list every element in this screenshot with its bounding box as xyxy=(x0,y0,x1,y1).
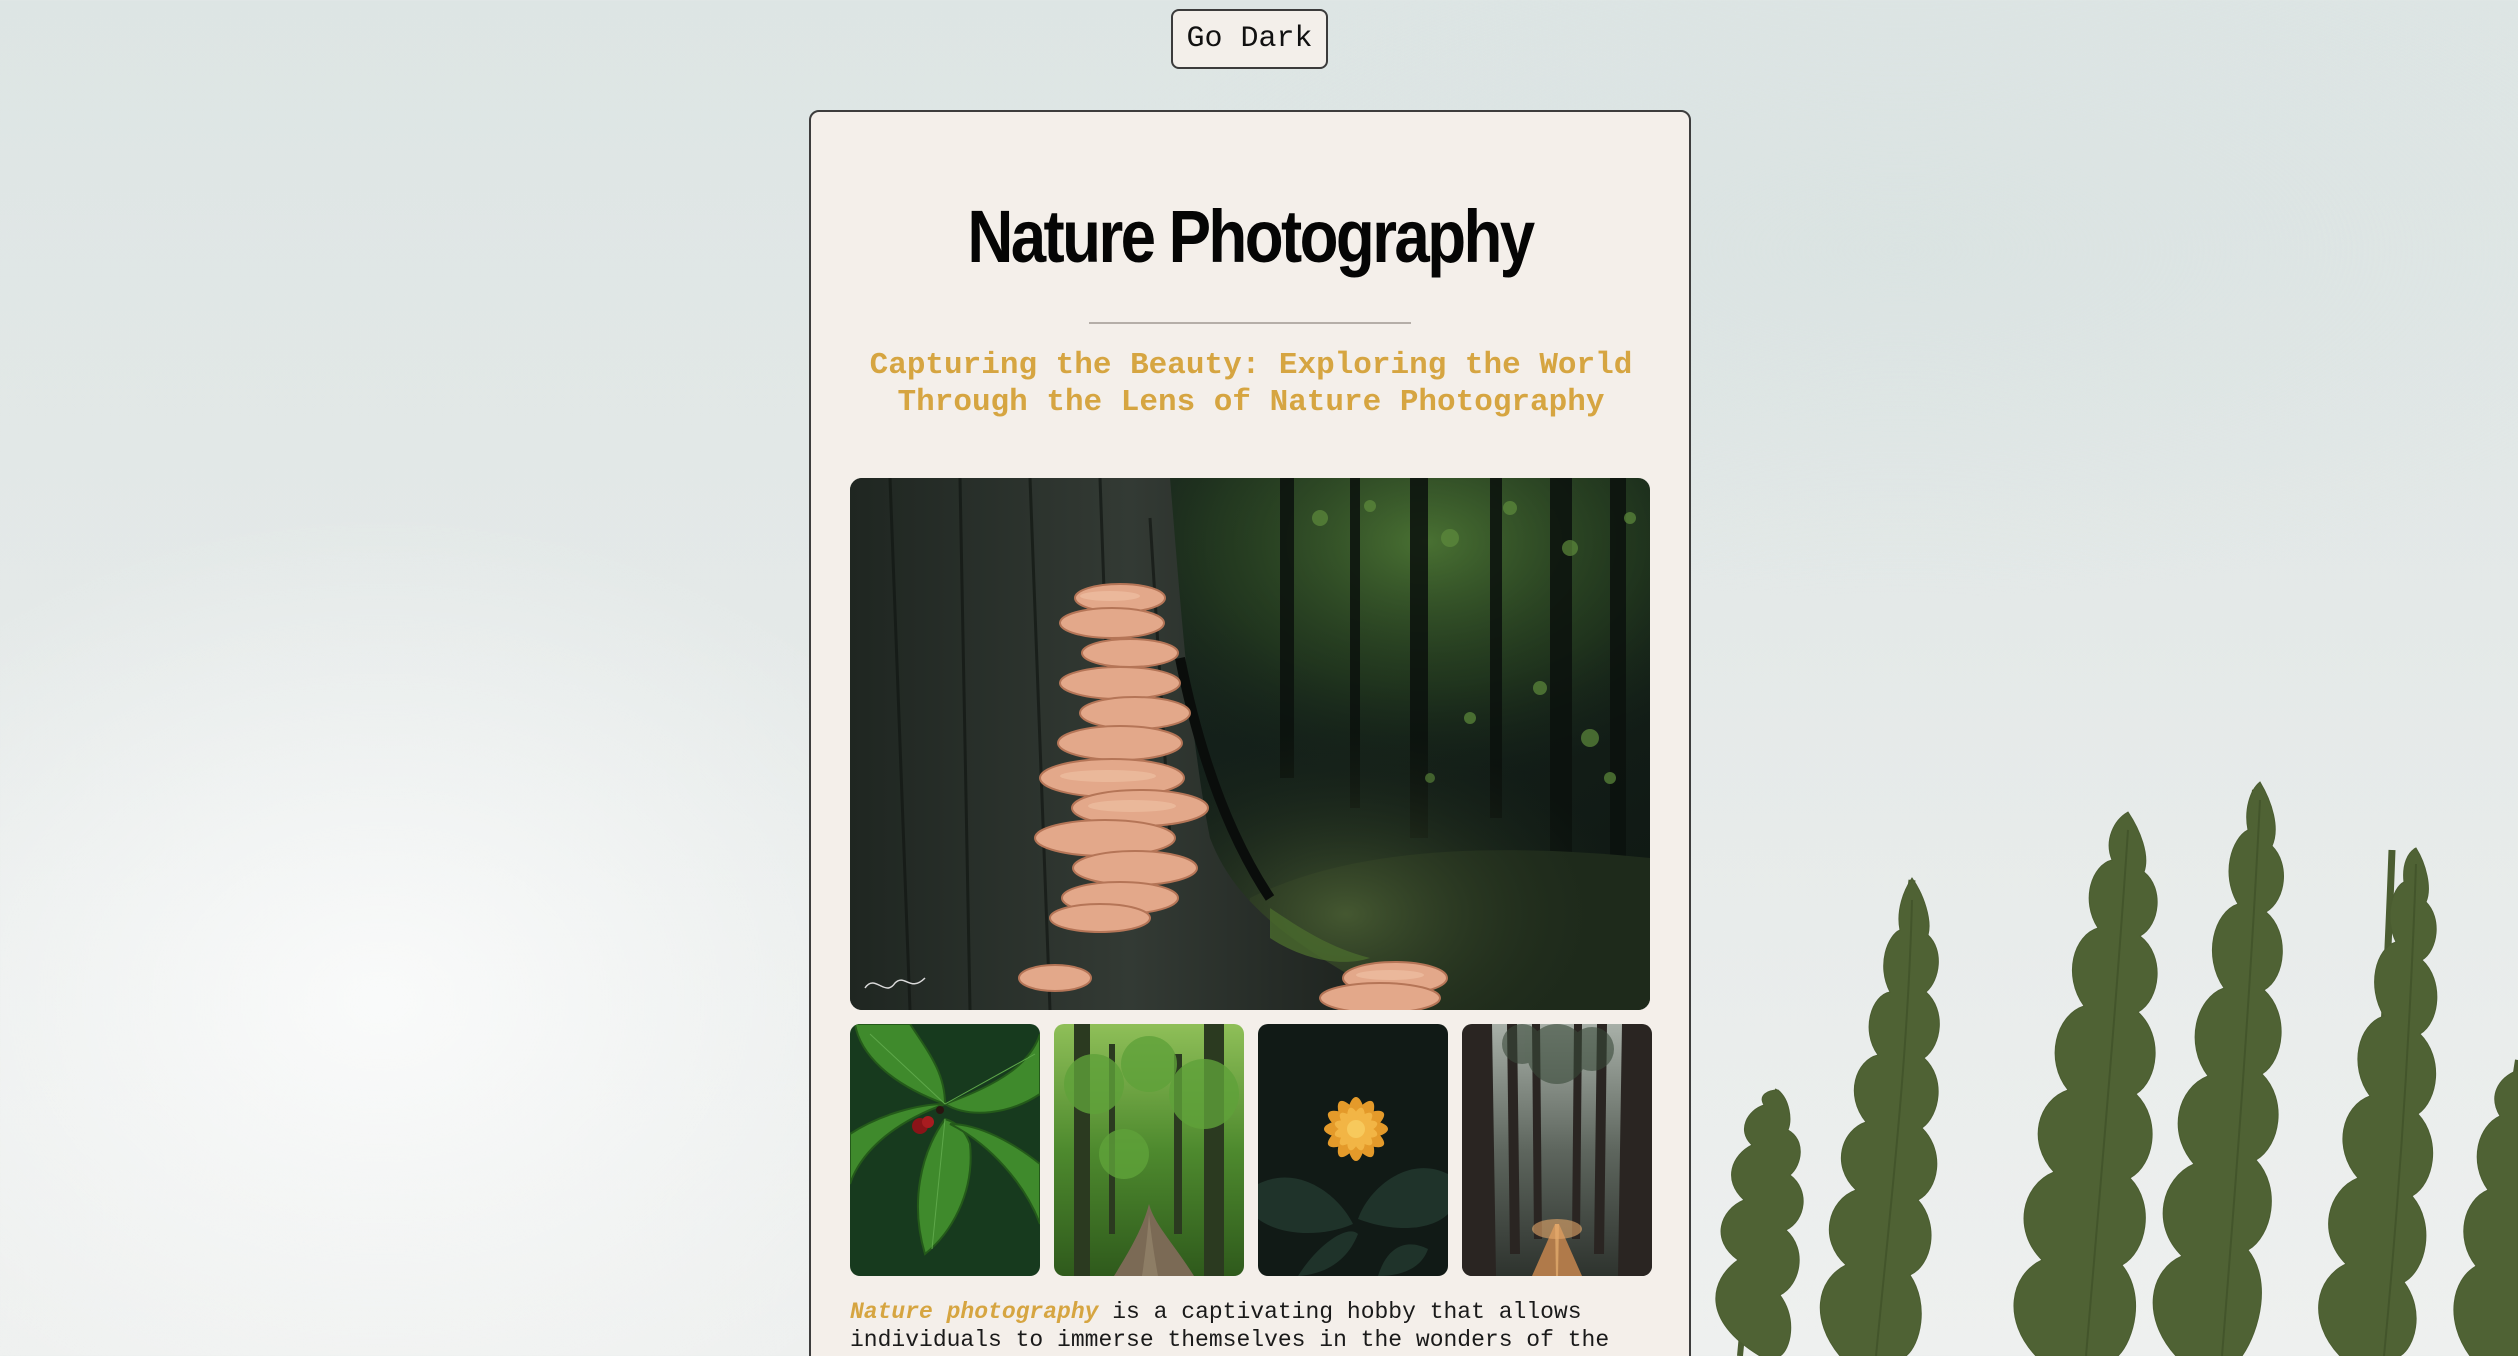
page-subtitle: Capturing the Beauty: Exploring the Worl… xyxy=(869,348,1633,420)
intro-highlight: Nature photography xyxy=(850,1299,1099,1325)
fern-background-image xyxy=(1715,781,2518,1356)
thumbnail-leaves-berries xyxy=(850,1024,1040,1276)
title-divider xyxy=(1089,322,1411,324)
hero-image xyxy=(850,478,1650,1010)
page-title: Nature Photography xyxy=(967,195,1535,278)
intro-paragraph: Nature photography is a captivating hobb… xyxy=(850,1298,1650,1354)
thumbnail-tall-trees-road xyxy=(1462,1024,1652,1276)
article-card: Nature Photography Capturing the Beauty:… xyxy=(809,110,1691,1356)
thumbnail-forest-path xyxy=(1054,1024,1244,1276)
theme-toggle-button[interactable]: Go Dark xyxy=(1171,9,1328,69)
thumbnail-orange-flower xyxy=(1258,1024,1448,1276)
